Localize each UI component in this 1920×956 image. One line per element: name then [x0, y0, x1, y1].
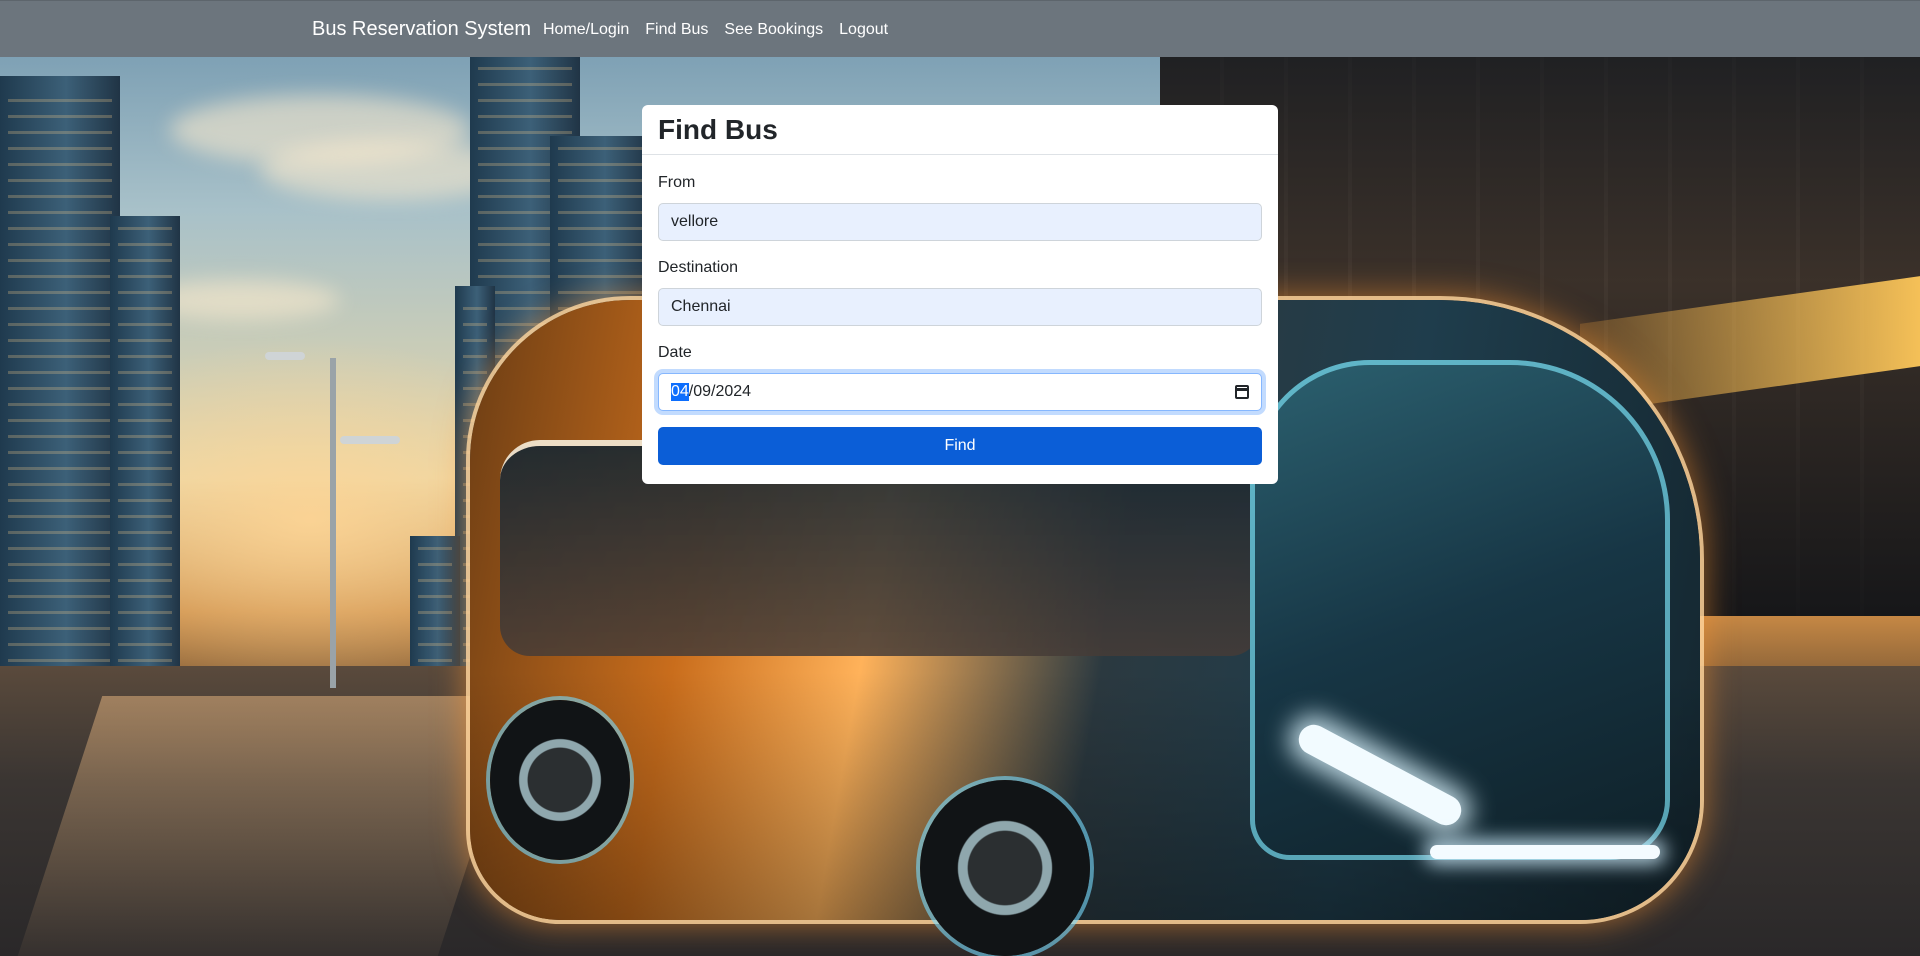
page-title: Find Bus — [658, 114, 778, 145]
top-navbar: Bus Reservation System Home/Login Find B… — [0, 0, 1920, 57]
destination-label: Destination — [658, 259, 739, 276]
calendar-icon[interactable] — [1235, 385, 1249, 399]
date-label: Date — [658, 344, 692, 361]
date-remaining-segments[interactable]: /09/2024 — [689, 383, 751, 401]
find-bus-form: From vellore Destination Chennai Date 04… — [642, 155, 1278, 465]
from-field-group: From vellore — [658, 173, 1262, 241]
date-value: 04/09/2024 — [671, 383, 751, 401]
find-button[interactable]: Find — [658, 427, 1262, 465]
nav-link-see-bookings[interactable]: See Bookings — [724, 20, 823, 40]
destination-input[interactable]: Chennai — [658, 288, 1262, 326]
brand-link[interactable]: Bus Reservation System — [312, 17, 531, 41]
from-label: From — [658, 174, 696, 191]
find-bus-card: Find Bus From vellore Destination Chenna… — [642, 105, 1278, 484]
date-selected-segment[interactable]: 04 — [671, 383, 689, 401]
date-input[interactable]: 04/09/2024 — [658, 373, 1262, 411]
date-field-group: Date 04/09/2024 — [658, 343, 1262, 411]
nav-links: Home/Login Find Bus See Bookings Logout — [543, 20, 904, 40]
nav-link-logout[interactable]: Logout — [839, 20, 888, 40]
destination-field-group: Destination Chennai — [658, 258, 1262, 326]
nav-link-home-login[interactable]: Home/Login — [543, 20, 629, 40]
card-header: Find Bus — [642, 105, 1278, 155]
nav-link-find-bus[interactable]: Find Bus — [645, 20, 708, 40]
from-input[interactable]: vellore — [658, 203, 1262, 241]
